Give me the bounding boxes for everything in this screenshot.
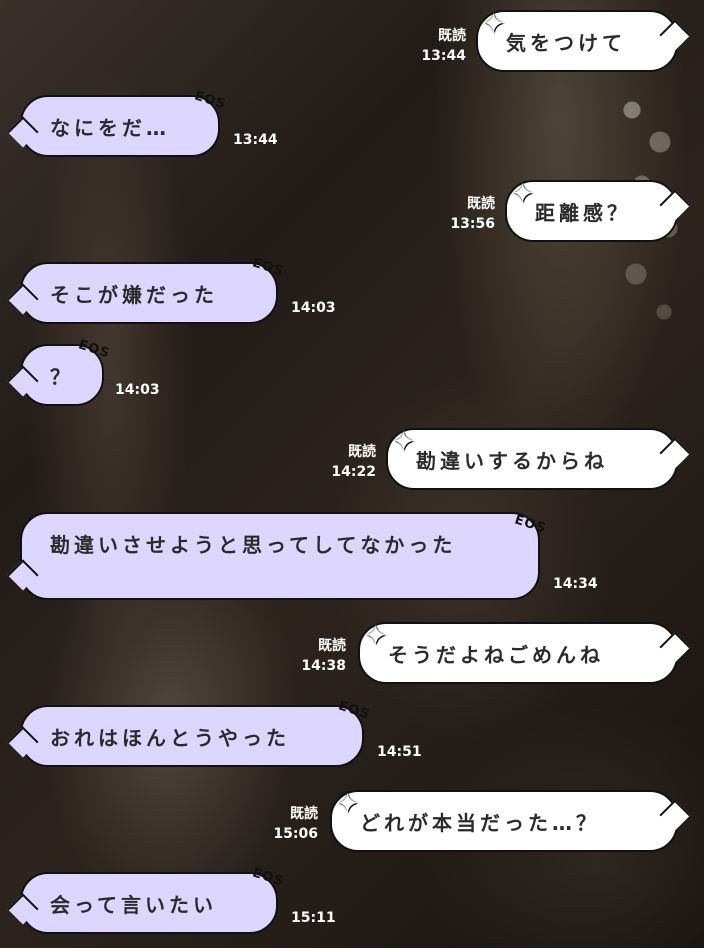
message-meta-10: 既読 15:06 bbox=[266, 804, 318, 844]
message-text: そうだよねごめんね bbox=[388, 642, 604, 667]
bubble-tail bbox=[659, 437, 691, 469]
time-label: 14:38 bbox=[301, 658, 346, 674]
message-bubble-3[interactable]: ✦ 距離感？ bbox=[505, 177, 691, 242]
sparkle-icon: ✦ bbox=[482, 7, 510, 40]
read-label: 既読 bbox=[467, 196, 495, 212]
eos-badge-icon: EOS bbox=[336, 698, 372, 723]
read-label: 既読 bbox=[438, 28, 466, 44]
chat-screen: { "messages": [ {"side": "right", "text"… bbox=[0, 0, 704, 948]
sparkle-icon: ✦ bbox=[392, 425, 420, 458]
message-text: 気をつけて bbox=[506, 30, 626, 55]
message-bubble-7[interactable]: EOS 勘違いさせようと思ってしてなかった bbox=[7, 512, 548, 600]
message-text: 勘違いさせようと思ってしてなかった bbox=[50, 533, 457, 557]
message-bubble-9[interactable]: EOS おれはほんとうやった bbox=[7, 698, 372, 767]
eos-badge-icon: EOS bbox=[76, 337, 112, 362]
message-text: 距離感？ bbox=[535, 200, 631, 225]
sparkle-icon: ✦ bbox=[511, 177, 539, 210]
message-meta-6: 既読 14:22 bbox=[324, 442, 376, 482]
bubble-tail bbox=[659, 799, 691, 831]
message-bubble-2[interactable]: EOS なにをだ… bbox=[7, 88, 228, 157]
time-label: 14:03 bbox=[115, 382, 160, 398]
time-label: 14:22 bbox=[331, 464, 376, 480]
time-label: 14:03 bbox=[291, 300, 336, 316]
bubble-tail bbox=[7, 116, 39, 148]
message-text: なにをだ… bbox=[50, 115, 170, 140]
bubble-tail bbox=[7, 726, 39, 758]
read-label: 既読 bbox=[348, 444, 376, 460]
bubble-tail bbox=[7, 365, 39, 397]
message-text: そこが嫌だった bbox=[50, 282, 218, 307]
sparkle-icon: ✦ bbox=[364, 619, 392, 652]
time-label: 15:06 bbox=[273, 826, 318, 842]
eos-badge-icon: EOS bbox=[192, 88, 228, 113]
bubble-tail bbox=[659, 631, 691, 663]
time-label: 13:56 bbox=[450, 216, 495, 232]
bubble-tail bbox=[7, 893, 39, 925]
time-label: 13:44 bbox=[233, 132, 278, 148]
read-label: 既読 bbox=[290, 806, 318, 822]
bubble-tail bbox=[659, 19, 691, 51]
message-text: どれが本当だった…？ bbox=[360, 810, 600, 835]
message-bubble-4[interactable]: EOS そこが嫌だった bbox=[7, 255, 286, 324]
time-label: 14:51 bbox=[377, 744, 422, 760]
message-bubble-1[interactable]: ✦ 気をつけて bbox=[476, 7, 691, 72]
message-bubble-10[interactable]: ✦ どれが本当だった…？ bbox=[330, 787, 691, 852]
message-meta-8: 既読 14:38 bbox=[294, 636, 346, 676]
time-label: 14:34 bbox=[553, 576, 598, 592]
message-meta-3: 既読 13:56 bbox=[443, 194, 495, 234]
message-bubble-5[interactable]: EOS ？ bbox=[7, 337, 112, 406]
sparkle-icon: ✦ bbox=[336, 787, 364, 820]
message-text: 会って言いたい bbox=[50, 892, 217, 917]
message-meta-1: 既読 13:44 bbox=[414, 26, 466, 66]
message-text: おれはほんとうやった bbox=[50, 725, 290, 750]
message-text: 勘違いするからね bbox=[416, 448, 608, 473]
read-label: 既読 bbox=[318, 638, 346, 654]
time-label: 13:44 bbox=[421, 48, 466, 64]
bubble-tail bbox=[7, 559, 39, 591]
time-label: 15:11 bbox=[291, 910, 336, 926]
message-bubble-6[interactable]: ✦ 勘違いするからね bbox=[386, 425, 691, 490]
eos-badge-icon: EOS bbox=[250, 255, 286, 280]
message-bubble-8[interactable]: ✦ そうだよねごめんね bbox=[358, 619, 691, 684]
message-text: ？ bbox=[50, 364, 74, 389]
message-bubble-11[interactable]: EOS 会って言いたい bbox=[7, 865, 286, 934]
eos-badge-icon: EOS bbox=[250, 865, 286, 890]
bubble-tail bbox=[7, 283, 39, 315]
eos-badge-icon: EOS bbox=[512, 512, 548, 537]
